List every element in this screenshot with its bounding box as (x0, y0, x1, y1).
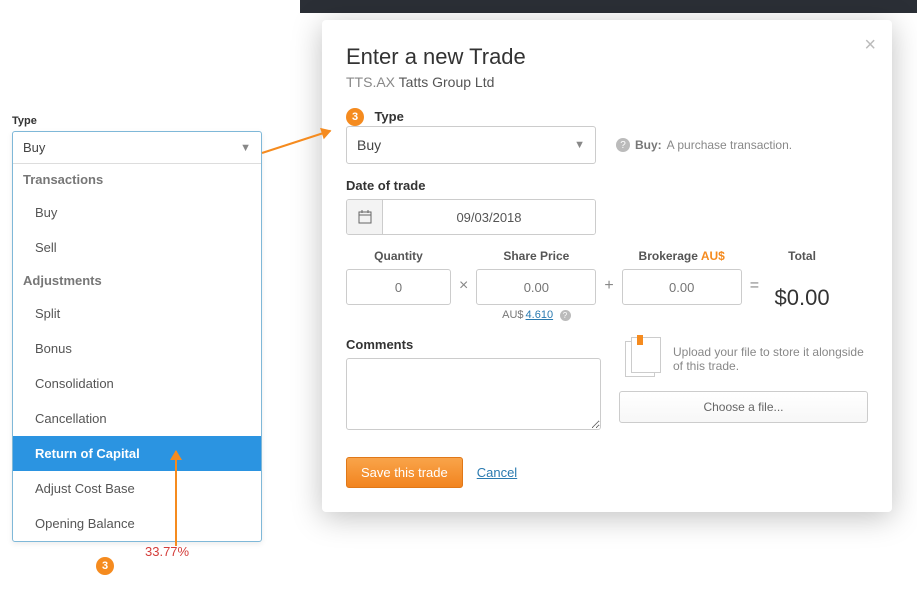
comments-textarea[interactable] (346, 358, 601, 430)
calendar-icon[interactable] (347, 200, 383, 234)
annotation-arrow-to-item (175, 451, 177, 546)
quantity-label: Quantity (346, 249, 451, 263)
brokerage-label: Brokerage AU$ (622, 249, 742, 263)
dropdown-group-adjustments: Adjustments (13, 265, 261, 296)
dropdown-item-consolidation[interactable]: Consolidation (13, 366, 261, 401)
type-dropdown-open: Buy ▼ Transactions Buy Sell Adjustments … (12, 131, 262, 542)
help-icon[interactable]: ? (560, 310, 571, 321)
step-badge-bottom: 3 (96, 557, 114, 575)
document-icon (619, 337, 663, 381)
type-dropdown-panel: Type Buy ▼ Transactions Buy Sell Adjustm… (12, 115, 262, 542)
brokerage-input[interactable] (622, 269, 742, 305)
cancel-link[interactable]: Cancel (477, 465, 517, 480)
comments-label: Comments (346, 337, 601, 352)
header-dark-bar (300, 0, 917, 13)
background-percent: 33.77% (145, 544, 189, 559)
save-button[interactable]: Save this trade (346, 457, 463, 488)
enter-trade-modal: × Enter a new Trade TTS.AX Tatts Group L… (322, 20, 892, 512)
step-badge: 3 (346, 108, 364, 126)
help-desc: A purchase transaction. (667, 138, 792, 152)
dropdown-selected-row[interactable]: Buy ▼ (13, 132, 261, 164)
modal-title: Enter a new Trade (346, 44, 868, 70)
dropdown-selected-value: Buy (23, 140, 45, 155)
modal-subtitle: TTS.AX Tatts Group Ltd (346, 74, 868, 90)
date-label: Date of trade (346, 178, 868, 193)
type-row: 3 Type (346, 108, 868, 126)
dropdown-item-cancellation[interactable]: Cancellation (13, 401, 261, 436)
quantity-input[interactable] (346, 269, 451, 305)
upload-description: Upload your file to store it alongside o… (673, 345, 868, 373)
choose-file-button[interactable]: Choose a file... (619, 391, 868, 423)
type-help-text: ? Buy: A purchase transaction. (616, 138, 792, 152)
help-icon[interactable]: ? (616, 138, 630, 152)
help-bold: Buy: (635, 138, 662, 152)
type-label: Type (374, 109, 403, 124)
dropdown-item-return-of-capital[interactable]: Return of Capital (13, 436, 261, 471)
annotation-arrow-to-type (262, 130, 331, 154)
date-input-group (346, 199, 596, 235)
chevron-down-icon: ▼ (574, 139, 585, 151)
date-field[interactable] (383, 200, 595, 234)
dropdown-group-transactions: Transactions (13, 164, 261, 195)
market-price-link[interactable]: 4.610 (526, 309, 554, 321)
price-link-prefix: AU$ (502, 309, 523, 321)
share-price-label: Share Price (476, 249, 596, 263)
ticker-code: TTS.AX (346, 74, 395, 90)
close-icon[interactable]: × (864, 34, 876, 57)
type-select[interactable]: Buy ▼ (346, 126, 596, 164)
chevron-down-icon: ▼ (240, 142, 251, 154)
share-price-input[interactable] (476, 269, 596, 305)
dropdown-item-sell[interactable]: Sell (13, 230, 261, 265)
dropdown-label: Type (12, 115, 262, 127)
dropdown-item-adjust-cost-base[interactable]: Adjust Cost Base (13, 471, 261, 506)
dropdown-item-split[interactable]: Split (13, 296, 261, 331)
dropdown-item-bonus[interactable]: Bonus (13, 331, 261, 366)
type-select-value: Buy (357, 137, 381, 153)
dropdown-item-opening-balance[interactable]: Opening Balance (13, 506, 261, 541)
company-name: Tatts Group Ltd (399, 74, 495, 90)
multiply-icon: × (459, 277, 468, 295)
total-label: Total (767, 249, 837, 263)
dropdown-item-buy[interactable]: Buy (13, 195, 261, 230)
equals-icon: = (750, 277, 759, 295)
plus-icon: + (604, 277, 613, 295)
total-value: $0.00 (767, 285, 837, 311)
